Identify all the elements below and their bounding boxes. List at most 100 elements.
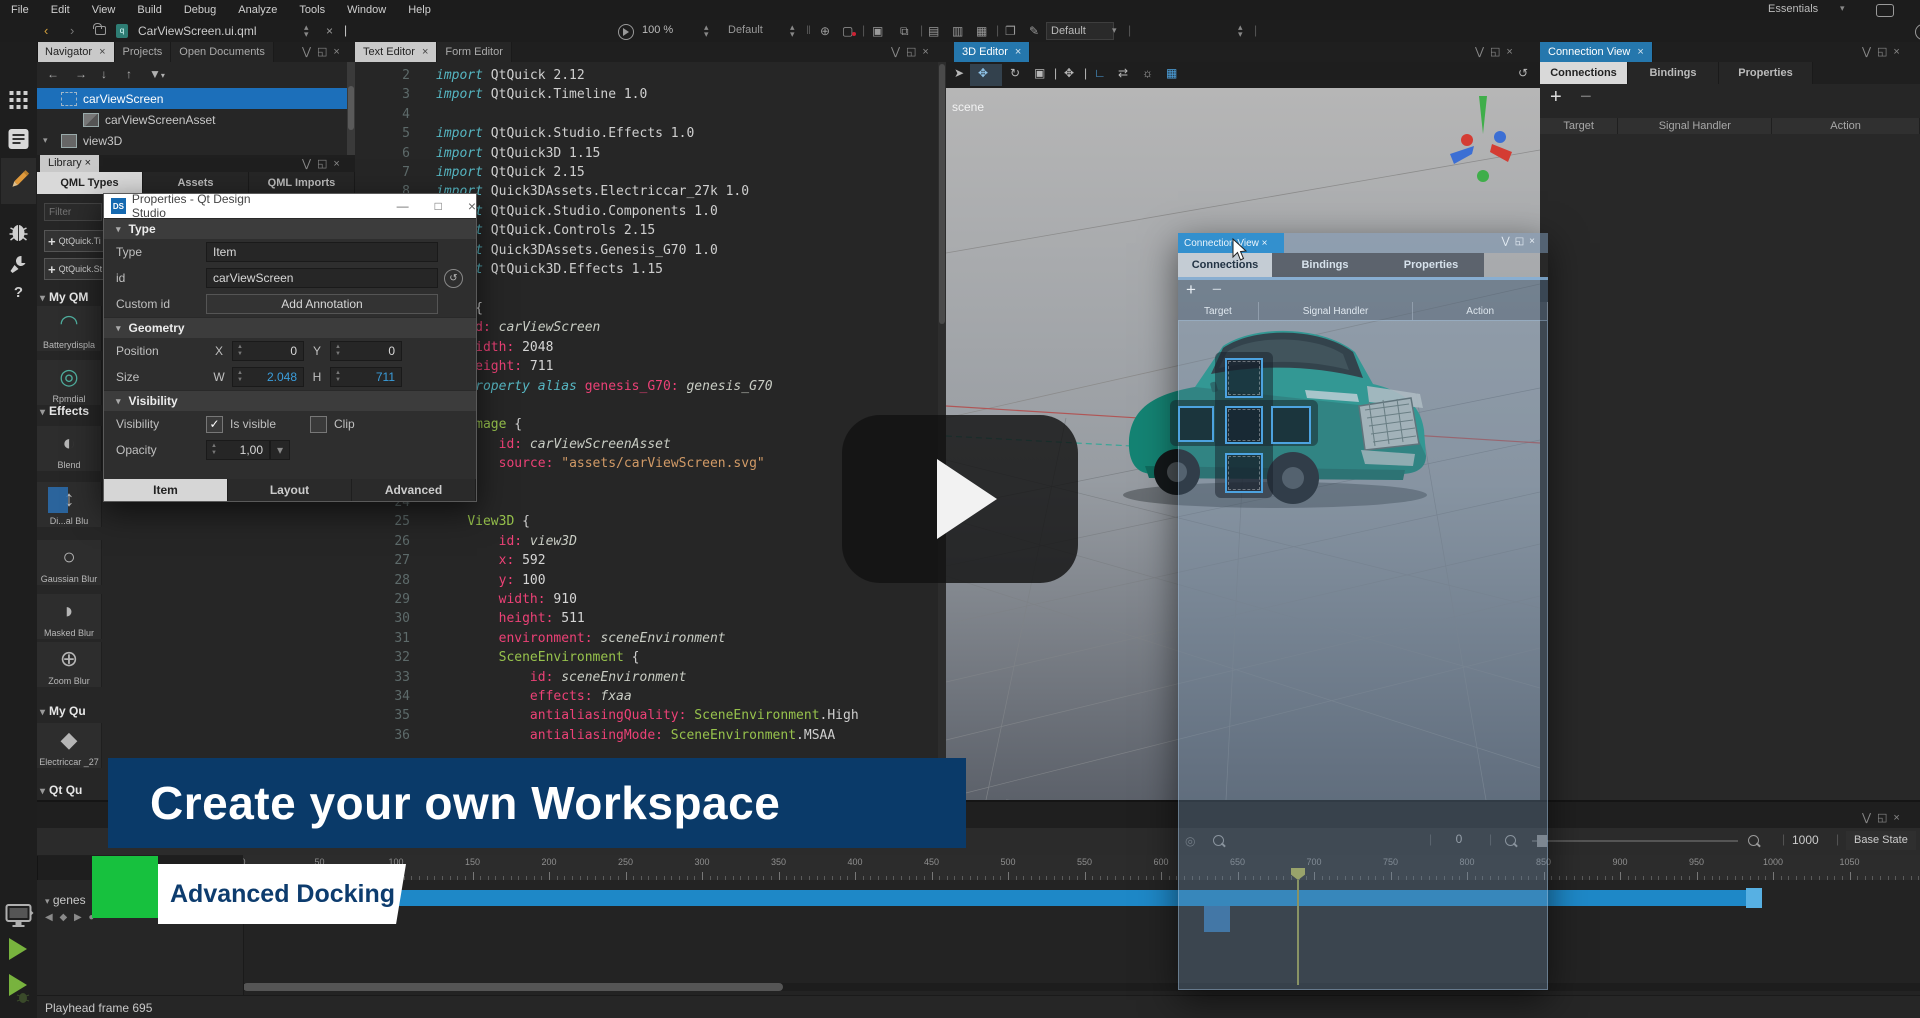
window-layout-icon[interactable]: ❐ [1005, 24, 1016, 38]
document-switcher-spinner[interactable]: ▴▾ [304, 24, 309, 38]
timeline-track-end-cap[interactable] [1746, 888, 1762, 908]
tab-text-editor[interactable]: Text Editor× [355, 42, 437, 62]
code-line-34[interactable]: 34 effects: fxaa [380, 687, 859, 706]
menu-window[interactable]: Window [336, 4, 397, 16]
column-view-icon[interactable]: ▥ [952, 24, 963, 38]
maximize-icon[interactable]: □ [435, 199, 442, 213]
style-selector[interactable]: Default [728, 24, 763, 36]
back-arrow-icon[interactable]: ‹ [44, 23, 48, 38]
timeline-panel-controls[interactable]: ⋁◱× [1862, 811, 1906, 824]
tab-qml-imports[interactable]: QML Imports [249, 172, 355, 194]
texteditor-panel-controls[interactable]: ⋁◱× [891, 45, 935, 58]
list-view-icon[interactable]: ▤ [928, 24, 939, 38]
grid-toggle-icon[interactable]: ▦ [1166, 66, 1177, 80]
chevron-down-icon[interactable]: ▾ [1840, 3, 1845, 14]
video-play-button[interactable] [842, 415, 1078, 583]
move-up-icon[interactable]: ↑ [126, 67, 132, 81]
state-selector[interactable]: Default [1046, 22, 1114, 40]
menu-tools[interactable]: Tools [288, 4, 336, 16]
tree-item-view3D[interactable]: ▾view3D [37, 130, 355, 151]
library-item-gaussian-blur[interactable]: ○Gaussian Blur [37, 540, 102, 585]
style-spinner[interactable]: ▴▾ [790, 24, 795, 38]
library-import-button[interactable]: +QtQuick.Ti [44, 230, 104, 252]
library-item-di-al-blu[interactable]: ↕Di...al Blu [37, 482, 102, 527]
selection-frame-icon[interactable]: ▢ [842, 24, 853, 38]
connection-tab-connections[interactable]: Connections [1540, 62, 1628, 84]
kit-monitor-icon[interactable] [0, 904, 37, 928]
size-w-stepper[interactable]: ▲▼2.048 [232, 367, 304, 387]
tab-qml-types[interactable]: QML Types [37, 172, 143, 194]
library-section-qt-qu[interactable]: ▾Qt Qu [40, 783, 82, 797]
floating-panel-controls[interactable]: ⋁◱× [1502, 236, 1541, 247]
library-section-my-qm[interactable]: ▾My QM [40, 290, 88, 304]
tab-projects[interactable]: Projects [115, 42, 172, 62]
run-preview-icon[interactable] [618, 24, 634, 40]
library-panel-controls[interactable]: ⋁◱× [302, 157, 346, 170]
tree-item-carViewScreenAsset[interactable]: carViewScreenAsset [37, 109, 355, 130]
library-item-rpmdial[interactable]: ◎Rpmdial [37, 360, 102, 405]
add-annotation-button[interactable]: Add Annotation [206, 294, 438, 314]
add-connection-button[interactable]: + [1550, 86, 1562, 109]
navigator-scrollbar[interactable] [347, 62, 355, 155]
code-line-27[interactable]: 27 x: 592 [380, 551, 859, 570]
code-line-28[interactable]: 28 y: 100 [380, 571, 859, 590]
tab-navigator[interactable]: Navigator× [37, 42, 115, 62]
state-selector-caret-icon[interactable]: ▾ [1112, 25, 1117, 36]
timeline-zoom-slider[interactable] [1532, 840, 1738, 842]
zoom-spinner[interactable]: ▴▾ [704, 24, 709, 38]
video-play-icon[interactable] [1915, 24, 1920, 40]
tab-3d-editor[interactable]: 3D Editor× [954, 42, 1030, 62]
light-icon[interactable]: ☼ [1142, 66, 1153, 80]
axis-gizmo[interactable] [1442, 90, 1524, 190]
rotate-tool-icon[interactable]: ↻ [1010, 66, 1020, 80]
fit-selected-icon[interactable]: ✥ [1064, 66, 1074, 80]
grid-view-icon[interactable]: ▦ [976, 24, 987, 38]
tab-library[interactable]: Library × [40, 155, 99, 172]
extra-spinner[interactable]: ▴▾ [1238, 24, 1243, 38]
floating-tab-connection-view[interactable]: Connection View × [1178, 233, 1284, 253]
section-geometry[interactable]: ▾Geometry [104, 317, 476, 338]
scale-tool-icon[interactable]: ▣ [1034, 66, 1045, 80]
floating-remove-button[interactable]: − [1212, 280, 1222, 300]
connection-tab-bindings[interactable]: Bindings [1628, 62, 1719, 84]
code-line-29[interactable]: 29 width: 910 [380, 590, 859, 609]
base-state-button[interactable]: Base State [1846, 831, 1916, 850]
dock-drop-bottom[interactable] [1225, 453, 1263, 493]
apps-grid-icon[interactable] [0, 90, 37, 110]
snap-icon[interactable]: ⧉ [900, 24, 909, 39]
opacity-dropdown-icon[interactable]: ▾ [270, 440, 290, 460]
code-line-25[interactable]: 25 View3D { [380, 512, 859, 531]
code-line-3[interactable]: 3import QtQuick.Timeline 1.0 [380, 85, 859, 104]
remove-connection-button[interactable]: − [1580, 86, 1592, 109]
timeline-ruler[interactable]: 0501001502002503003504004505005506006507… [243, 855, 1920, 881]
library-item-blend[interactable]: ◐Blend [37, 426, 102, 471]
close-icon[interactable]: × [468, 198, 476, 214]
menu-view[interactable]: View [81, 4, 127, 16]
move-left-icon[interactable]: ← [47, 67, 59, 81]
minimize-icon[interactable]: — [397, 199, 409, 213]
library-item-electriccar-27[interactable]: ◆Electriccar _27 [37, 723, 102, 768]
position-x-stepper[interactable]: ▲▼0 [232, 341, 304, 361]
menu-file[interactable]: File [0, 4, 40, 16]
camera-mode-icon[interactable]: ⇄ [1118, 66, 1128, 80]
library-section-my-qu[interactable]: ▾My Qu [40, 704, 86, 718]
connection-panel-controls[interactable]: ⋁◱× [1862, 45, 1906, 58]
bounds-icon[interactable]: ▣ [872, 24, 883, 38]
dialog-titlebar[interactable]: DS Properties - Qt Design Studio — □ × [104, 194, 476, 218]
menu-help[interactable]: Help [397, 4, 442, 16]
clip-checkbox[interactable] [310, 416, 327, 433]
type-field[interactable]: Item [206, 242, 438, 262]
id-reset-icon[interactable]: ↺ [444, 269, 463, 288]
edit-annotation-icon[interactable]: ✎ [1029, 24, 1039, 38]
zoom-in-icon[interactable] [1748, 835, 1759, 849]
debug-mode-bug-icon[interactable] [0, 220, 37, 244]
dialog-tab-layout[interactable]: Layout [228, 479, 352, 501]
floating-tab-connections[interactable]: Connections [1178, 253, 1272, 277]
library-filter-input[interactable] [44, 203, 102, 221]
code-line-35[interactable]: 35 antialiasingQuality: SceneEnvironment… [380, 706, 859, 725]
zoom-level[interactable]: 100 % [642, 24, 673, 36]
reset-view-icon[interactable]: ↺ [1518, 66, 1528, 80]
code-line-30[interactable]: 30 height: 511 [380, 609, 859, 628]
position-y-stepper[interactable]: ▲▼0 [330, 341, 402, 361]
code-line-26[interactable]: 26 id: view3D [380, 532, 859, 551]
